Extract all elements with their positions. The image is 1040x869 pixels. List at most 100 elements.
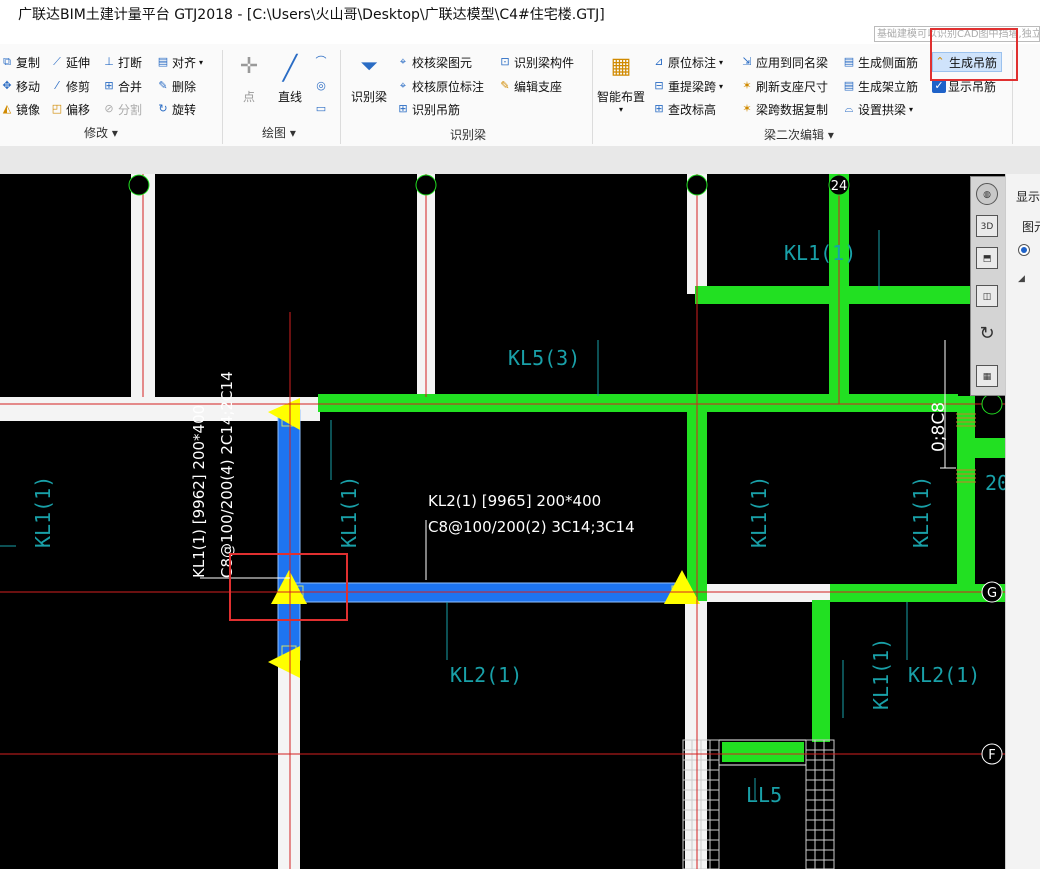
in-situ-annotation-button[interactable]: ⊿ 原位标注 ▾ [652,52,723,72]
circle-tool-button[interactable]: ◎ [314,76,330,96]
axis-label-24: 24 [831,179,848,194]
check-icon: ⌖ [399,55,407,68]
beam-edit-group-label: 梁二次编辑 ▾ [764,128,834,142]
cube-top-icon: ⬒ [982,254,992,264]
beam-label: KL1(1) [747,476,771,548]
separator [340,50,341,144]
wall-horizontal [0,397,320,421]
generate-side-rebar-button[interactable]: ▤ 生成侧面筋 [842,52,918,72]
elevation-icon: ⊞ [654,102,664,115]
beam-kl1-selected [277,409,301,661]
beam-label: KL2(1) [908,663,980,687]
settings-view-button[interactable]: ▦ [976,365,998,387]
beam-vertical [812,600,830,742]
smart-layout-icon: ▦ [610,54,632,79]
view-box-button[interactable]: ◫ [976,285,998,307]
split-button[interactable]: ⊘ 分割 [102,99,142,119]
re-extract-span-button[interactable]: ⊟ 重提梁跨 ▾ [652,76,723,96]
check-in-situ-annotation-button[interactable]: ⌖ 校核原位标注 [396,76,484,96]
annotation-hanger: 0;8C8 [929,402,949,452]
arc-icon: ⌒ [315,55,327,68]
rect-tool-button[interactable]: ▭ [314,99,330,119]
smart-layout-button[interactable]: ▦ 智能布置 ▾ [596,54,646,114]
drawing-canvas[interactable]: 24 G F KL1(1) [9962] 200*400 C8@100/200(… [0,174,1005,869]
point-icon: ✛ [239,54,259,79]
beam-ll5 [722,742,804,762]
cad-drawing: 24 G F KL1(1) [9962] 200*400 C8@100/200(… [0,174,1005,869]
trim-icon: ⁄ [56,79,58,92]
identify-hanger-button[interactable]: ⊞ 识别吊筋 [396,99,460,119]
edit-support-button[interactable]: ✎ 编辑支座 [498,76,562,96]
identify-icon: ⊡ [500,55,510,68]
identify-beam-button[interactable]: ⏷ 识别梁 [348,54,390,105]
search-input[interactable]: 基础建模可以识别CAD图中挡墙,独立基础 [874,26,1040,42]
hanger-icon: ⊞ [398,102,408,115]
delete-button[interactable]: ✎ 删除 [156,76,196,96]
show-hanger-checkbox[interactable]: ✓ 显示吊筋 [932,76,996,96]
align-icon: ▤ [157,55,169,68]
beam-horizontal [830,584,1005,602]
axis-label-f: F [988,748,995,763]
beam-label: KL1(1) [784,241,856,265]
cube-icon: ◫ [982,292,992,302]
display-tab[interactable]: 显示 [1016,188,1040,205]
offset-button[interactable]: ◰ 偏移 [50,99,90,119]
copy-data-icon: ✶ [742,102,752,115]
delete-icon: ✎ [158,79,168,92]
span-icon: ⊟ [654,79,664,92]
element-tab[interactable]: 图元 [1022,218,1040,235]
extend-button[interactable]: ⟋ 延伸 [50,52,90,72]
beam-label: KL1(1) [869,638,893,710]
separator [592,50,593,144]
apply-same-name-beam-button[interactable]: ⇲ 应用到同名梁 [740,52,828,72]
generate-hanger-button[interactable]: ⌃ 生成吊筋 [932,52,1003,72]
draw-group-label: 绘图 ▾ [262,126,296,140]
identify-beam-component-button[interactable]: ⊡ 识别梁构件 [498,52,574,72]
expand-arrow-icon[interactable]: ◢ [1018,274,1025,284]
move-button[interactable]: ✥ 移动 [0,76,40,96]
extend-icon: ⟋ [53,55,61,68]
line-button[interactable]: ╱ 直线 [272,54,308,105]
window-title: 广联达BIM土建计量平台 GTJ2018 - [C:\Users\火山哥\Des… [18,7,605,23]
axis-bubble [686,174,708,196]
mirror-button[interactable]: ◭ 镜像 [0,99,40,119]
grip-markers [268,398,700,678]
set-arch-beam-button[interactable]: ⌓ 设置拱梁 ▾ [842,99,913,119]
offset-icon: ◰ [51,102,63,115]
generate-erection-rebar-button[interactable]: ▤ 生成架立筋 [842,76,918,96]
beam-label: KL2(1) [450,663,522,687]
axis-bubble [415,174,437,196]
refresh-support-size-button[interactable]: ✶ 刷新支座尺寸 [740,76,828,96]
arc-tool-button[interactable]: ⌒ [314,52,330,72]
radio-button[interactable] [1018,244,1030,256]
rotate-button[interactable]: ↻ 旋转 [156,99,196,119]
rotate-icon: ↻ [158,102,168,115]
rotate-view-button[interactable]: ↻ [976,323,998,345]
view-3d-button[interactable]: 3D [976,215,998,237]
title-bar: 广联达BIM土建计量平台 GTJ2018 - [C:\Users\火山哥\Des… [0,0,1040,26]
wall-horizontal [700,584,835,602]
check-elevation-button[interactable]: ⊞ 查改标高 [652,99,716,119]
check-beam-element-button[interactable]: ⌖ 校核梁图元 [396,52,472,72]
merge-button[interactable]: ⊞ 合并 [102,76,142,96]
orbit-button[interactable]: ◍ [976,183,998,205]
beam-horizontal [975,438,1005,458]
rectangle-icon: ▭ [315,102,327,115]
beam-label: KL1(1) [31,476,55,548]
hanger-rebar-icon: ⌃ [935,55,945,68]
break-icon: ⊥ [104,55,114,68]
beam-label: KL1(1) [337,476,361,548]
axis-bubble [128,174,150,196]
view-top-button[interactable]: ⬒ [976,247,998,269]
wall-vertical [685,600,707,869]
annotation-kl2-rebar: C8@100/200(2) 3C14;3C14 [428,518,635,536]
merge-icon: ⊞ [104,79,114,92]
span-data-copy-button[interactable]: ✶ 梁跨数据复制 [740,99,828,119]
break-button[interactable]: ⊥ 打断 [102,52,142,72]
funnel-icon: ⏷ [360,54,378,79]
trim-button[interactable]: ⁄ 修剪 [50,76,90,96]
align-button[interactable]: ▤ 对齐 ▾ [156,52,203,72]
point-button[interactable]: ✛ 点 [232,54,266,105]
checkbox-checked-icon: ✓ [932,79,946,93]
copy-button[interactable]: ⧉ 复制 [0,52,40,72]
